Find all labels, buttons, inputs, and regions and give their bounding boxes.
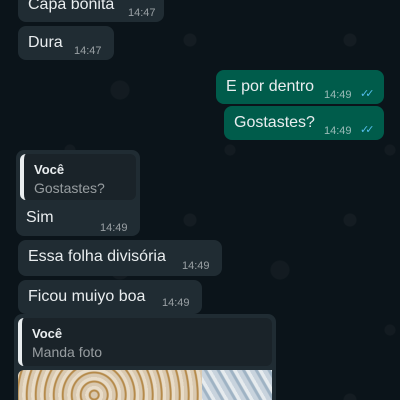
message-bubble-outgoing[interactable]: Gostastes? 14:49 ✓✓ (224, 106, 384, 140)
message-text: Sim (26, 209, 54, 226)
message-time: 14:49 (324, 89, 352, 101)
message-bubble[interactable]: Essa folha divisória 14:49 (18, 240, 222, 276)
message-time: 14:49 (182, 260, 210, 272)
message-time: 14:47 (74, 45, 102, 57)
message-text: Ficou muiyo boa (28, 288, 146, 305)
message-text: Capa bonita (28, 0, 115, 13)
message-time: 14:49 (324, 125, 352, 137)
message-time: 14:47 (128, 7, 156, 19)
quoted-message[interactable]: Você Gostastes? (20, 154, 136, 200)
message-bubble-reply[interactable]: Você Manda foto (14, 314, 276, 400)
photo-detail (202, 370, 272, 400)
message-bubble[interactable]: Dura 14:47 (18, 26, 114, 60)
photo-attachment[interactable] (18, 370, 272, 400)
message-time: 14:49 (100, 222, 128, 234)
message-bubble[interactable]: Ficou muiyo boa 14:49 (18, 280, 202, 314)
quoted-author: Você (34, 162, 65, 177)
read-receipt-icon: ✓✓ (360, 88, 375, 100)
quoted-text: Gostastes? (34, 180, 105, 196)
quoted-author: Você (32, 326, 63, 341)
quoted-message[interactable]: Você Manda foto (18, 318, 272, 366)
message-text: Gostastes? (234, 114, 315, 131)
message-text: E por dentro (226, 78, 315, 95)
chat-area[interactable]: Capa bonita 14:47 Dura 14:47 E por dentr… (0, 0, 400, 400)
message-bubble-outgoing[interactable]: E por dentro 14:49 ✓✓ (216, 70, 384, 104)
quoted-text: Manda foto (32, 344, 103, 360)
message-bubble-reply[interactable]: Você Gostastes? Sim 14:49 (16, 150, 140, 236)
read-receipt-icon: ✓✓ (360, 124, 375, 136)
message-bubble[interactable]: Capa bonita 14:47 (18, 0, 164, 22)
message-text: Essa folha divisória (28, 248, 166, 265)
message-text: Dura (28, 34, 63, 51)
message-time: 14:49 (162, 297, 190, 309)
